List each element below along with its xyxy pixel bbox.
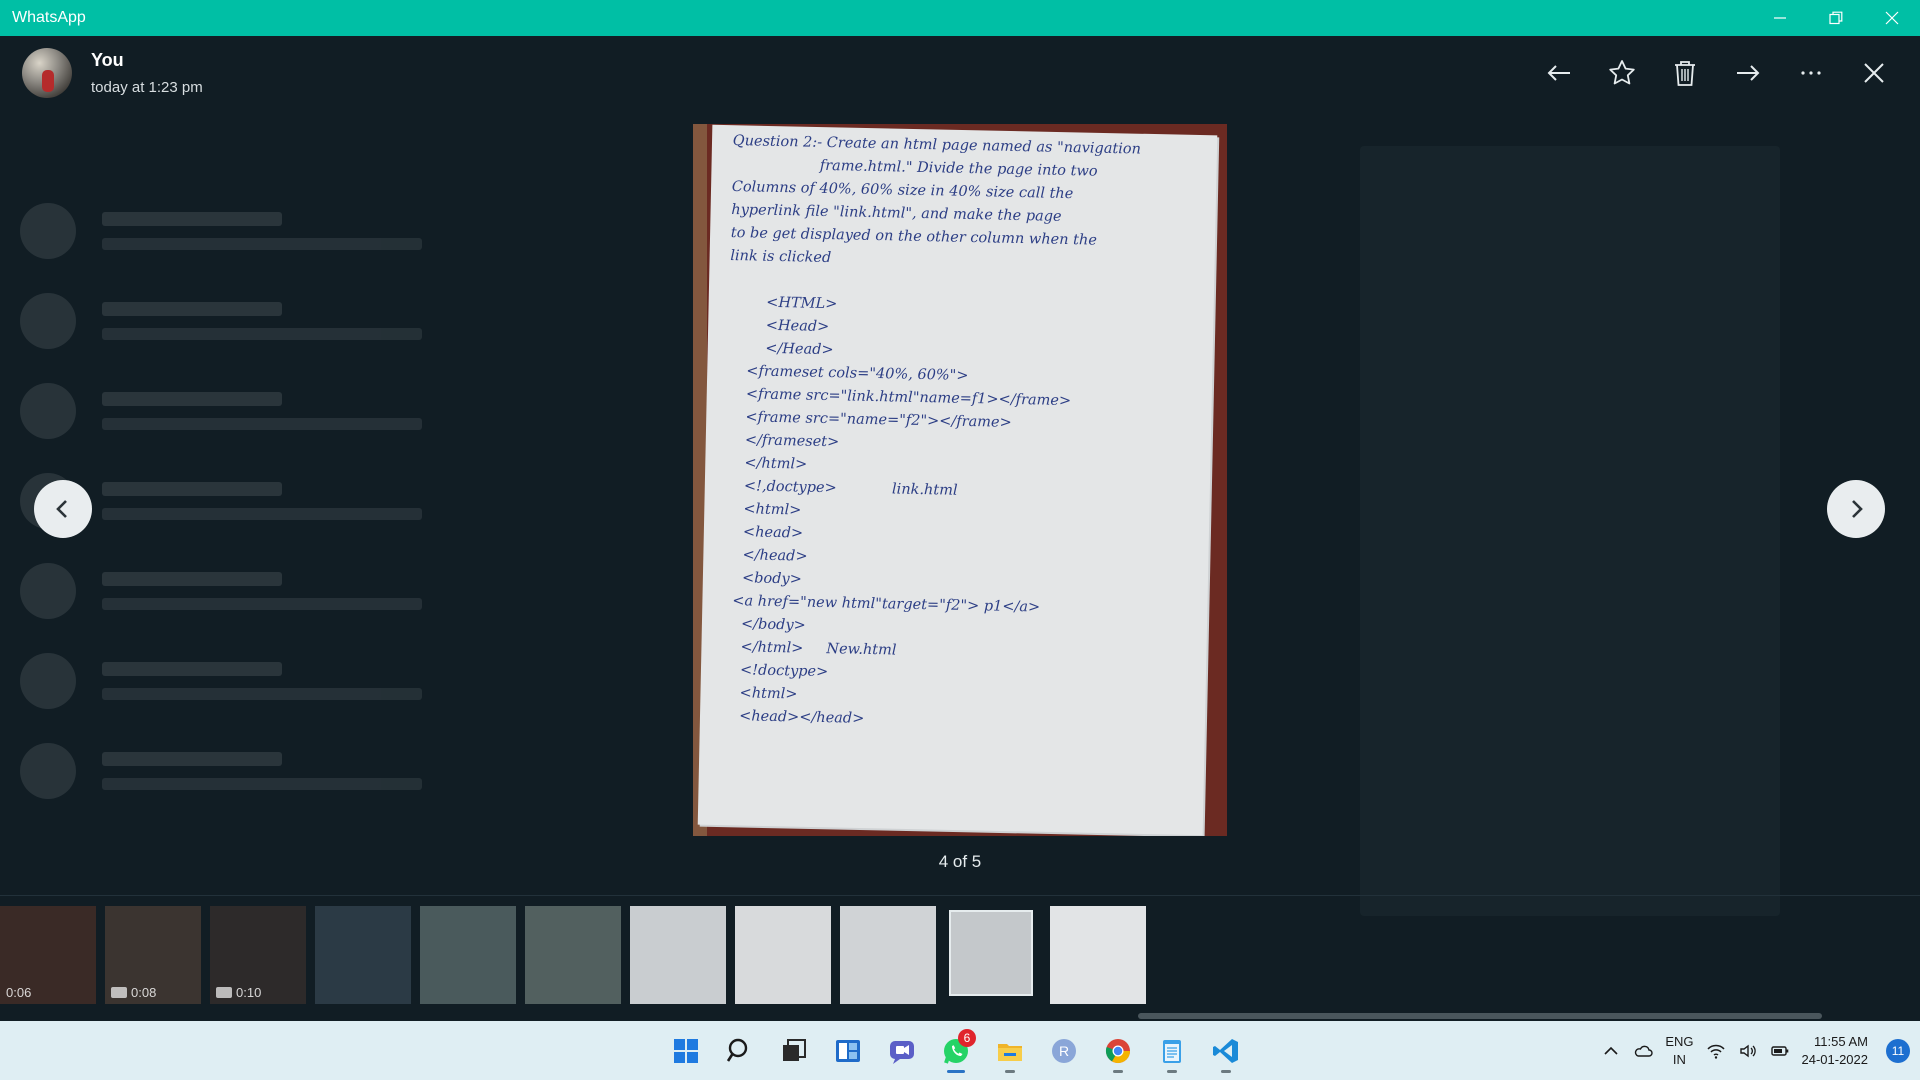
- forward-arrow-icon: [1736, 65, 1759, 81]
- clock[interactable]: 11:55 AM 24-01-2022: [1802, 1033, 1869, 1069]
- thumbnail[interactable]: [315, 906, 411, 1004]
- task-view-icon: [783, 1039, 806, 1061]
- close-window-icon: [1885, 11, 1899, 25]
- chrome-button[interactable]: [1096, 1029, 1140, 1073]
- notepad-icon: [1163, 1040, 1181, 1063]
- notification-badge[interactable]: 11: [1886, 1038, 1910, 1063]
- app-title: WhatsApp: [12, 9, 86, 26]
- thumbnail[interactable]: 0:06: [0, 906, 96, 1004]
- next-media-button[interactable]: [1827, 480, 1885, 538]
- task-view-button[interactable]: [772, 1029, 816, 1073]
- video-duration: 0:06: [6, 985, 32, 1000]
- search-button[interactable]: [718, 1029, 762, 1073]
- thumbnail[interactable]: [630, 906, 726, 1004]
- close-viewer-button[interactable]: [1847, 48, 1900, 98]
- system-tray: ENG IN 11:55 AM 24-01-2022 11: [1601, 1021, 1910, 1080]
- video-camera-icon: [216, 987, 232, 998]
- thumbnail[interactable]: [420, 906, 516, 1004]
- delete-button[interactable]: [1658, 48, 1711, 98]
- language-indicator[interactable]: ENG IN: [1665, 1033, 1693, 1069]
- avatar: [22, 48, 72, 98]
- viewer-toolbar: [1532, 48, 1900, 98]
- more-icon: [1800, 71, 1821, 75]
- handwritten-notes: Question 2:- Create an html page named a…: [720, 132, 1142, 727]
- language-code: ENG: [1665, 1033, 1694, 1049]
- r-app-button[interactable]: R: [1042, 1029, 1086, 1073]
- thumbnail[interactable]: [525, 906, 621, 1004]
- start-button[interactable]: [664, 1029, 708, 1073]
- teams-chat-button[interactable]: [880, 1029, 924, 1073]
- wifi-icon[interactable]: [1706, 1041, 1726, 1061]
- start-icon: [674, 1039, 698, 1063]
- close-icon: [1863, 63, 1884, 83]
- video-duration: 0:08: [111, 985, 156, 1000]
- minimize-icon: [1774, 17, 1786, 19]
- thumbnail[interactable]: 0:08: [105, 906, 201, 1004]
- thumbnail-selected[interactable]: [945, 906, 1041, 1004]
- star-button[interactable]: [1595, 48, 1648, 98]
- star-icon: [1608, 60, 1635, 85]
- chevron-right-icon: [1852, 500, 1863, 518]
- vscode-icon: [1213, 1039, 1238, 1063]
- window-title-bar: WhatsApp: [0, 0, 1920, 36]
- forward-button[interactable]: [1721, 48, 1774, 98]
- thumbnail[interactable]: [840, 906, 936, 1004]
- file-explorer-button[interactable]: [988, 1029, 1032, 1073]
- restore-icon: [1829, 11, 1843, 25]
- battery-icon[interactable]: [1770, 1041, 1790, 1061]
- thumbnail[interactable]: [1050, 906, 1146, 1004]
- restore-button[interactable]: [1808, 0, 1864, 36]
- widgets-button[interactable]: [826, 1029, 870, 1073]
- svg-text:R: R: [1059, 1043, 1069, 1059]
- close-window-button[interactable]: [1864, 0, 1920, 36]
- viewer-header: You today at 1:23 pm: [0, 36, 1920, 112]
- more-options-button[interactable]: [1784, 48, 1837, 98]
- volume-icon[interactable]: [1738, 1041, 1758, 1061]
- r-app-icon: R: [1052, 1039, 1076, 1063]
- video-camera-icon: [111, 987, 127, 998]
- main-photo: Question 2:- Create an html page named a…: [693, 124, 1227, 836]
- video-duration: 0:10: [216, 985, 261, 1000]
- back-button[interactable]: [1532, 48, 1585, 98]
- chevron-left-icon: [56, 500, 67, 518]
- clock-date: 24-01-2022: [1801, 1051, 1869, 1067]
- notepad-button[interactable]: [1150, 1029, 1194, 1073]
- taskbar-apps: 6 R: [664, 1029, 1248, 1073]
- media-counter: 4 of 5: [938, 852, 982, 871]
- search-icon: [726, 1038, 748, 1062]
- vscode-button[interactable]: [1204, 1029, 1248, 1073]
- file-explorer-icon: [998, 1044, 1022, 1061]
- onedrive-cloud-icon[interactable]: [1633, 1041, 1653, 1061]
- thumbnail[interactable]: [735, 906, 831, 1004]
- thumbnail[interactable]: 0:10: [210, 906, 306, 1004]
- dimmed-chat-pane: [1360, 146, 1780, 916]
- back-arrow-icon: [1547, 65, 1570, 81]
- chevron-up-icon[interactable]: [1601, 1041, 1621, 1061]
- sender-name: You: [91, 50, 124, 70]
- teams-chat-icon: [890, 1041, 914, 1064]
- clock-time: 11:55 AM: [1814, 1033, 1868, 1049]
- taskbar: 6 R ENG IN 11:55 AM 24-01-2022 11: [0, 1021, 1920, 1080]
- thumbnail-strip: 0:06 0:08 0:10: [0, 906, 1146, 1004]
- region-code: IN: [1672, 1051, 1686, 1067]
- message-timestamp: today at 1:23 pm: [91, 79, 203, 96]
- minimize-button[interactable]: [1752, 0, 1808, 36]
- whatsapp-taskbar-button[interactable]: 6: [934, 1029, 978, 1073]
- delete-icon: [1674, 61, 1695, 86]
- unread-badge: 6: [958, 1029, 976, 1047]
- widgets-icon: [836, 1040, 860, 1062]
- thumbnail-scrollbar[interactable]: [1138, 1013, 1822, 1019]
- previous-media-button[interactable]: [34, 480, 92, 538]
- chrome-icon: [1105, 1039, 1130, 1064]
